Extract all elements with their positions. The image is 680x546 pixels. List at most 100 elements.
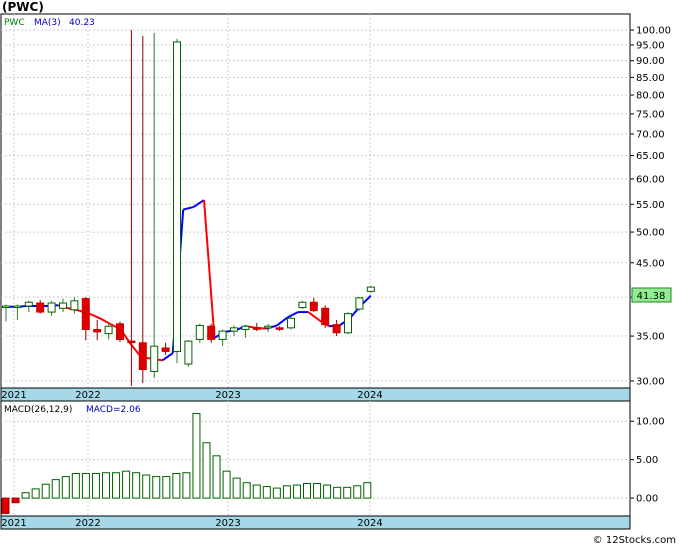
candle-body [13,305,22,309]
candle-body [275,327,284,330]
candle-body [241,325,250,330]
price-tick-label: 75.00 [636,109,665,120]
price-tick-label: 95.00 [636,40,665,51]
macd-panel [0,400,631,517]
macd-x-tick-label: 2023 [215,518,240,529]
macd-bar [152,476,161,499]
macd-tick-label: 5.00 [636,455,658,466]
macd-bar [363,482,372,499]
macd-bar [192,413,201,499]
macd-bar [343,486,352,499]
candle-body [70,300,79,311]
price-tick-label: 55.00 [636,200,665,211]
candle-body [127,340,136,344]
macd-tick-label: 0.00 [636,494,658,505]
macd-bar [11,497,20,504]
macd-bar [232,477,241,499]
candle-body [24,301,33,307]
candle-body [184,340,193,365]
candle-body [47,302,56,313]
candle-body [150,345,159,372]
candle-body [355,297,364,310]
macd-bar [71,472,80,499]
price-tick-label: 80.00 [636,91,665,102]
candle-body [218,330,227,340]
candle-body [252,327,261,330]
macd-bar [132,472,141,499]
candle-body [138,342,147,371]
legend-ma-value: 40.23 [69,18,95,28]
macd-bar [202,442,211,499]
macd-bar [353,485,362,499]
candle-body [104,325,113,335]
price-y-axis: 100.00 95.00 90.00 85.00 80.00 75.00 70.00 65.0… [630,26,671,388]
legend-symbol: PWC [4,18,25,28]
price-x-tick-label: 2021 [1,390,26,401]
candle-body [298,301,307,309]
macd-bar [122,470,131,499]
price-tick-label: 65.00 [636,151,665,162]
macd-bar [1,497,10,514]
candle-body [173,41,181,352]
price-x-tick-label: 2022 [75,390,100,401]
candle-body [309,301,318,312]
macd-bar [142,474,151,499]
price-x-tick-label: 2024 [357,390,382,401]
macd-bar [172,472,181,499]
macd-bar [91,472,100,499]
macd-bar [51,479,60,499]
price-tick-label: 60.00 [636,174,665,185]
macd-bar [292,484,301,499]
macd-x-tick-label: 2022 [75,518,100,529]
macd-bar [323,484,332,499]
candle-body [93,328,102,333]
candle-body [161,347,170,352]
macd-bar [102,472,110,499]
candle-body [264,325,273,329]
candle-body [332,324,341,334]
macd-tick-label: 10.00 [636,417,665,428]
macd-bar [222,470,231,499]
candle-body [344,313,352,334]
last-price-label: 41.38 [637,291,666,302]
candle-body [366,286,375,292]
macd-bar [303,482,311,499]
macd-bar [242,482,251,499]
candle-body [59,302,67,309]
price-tick-label: 90.00 [636,56,665,67]
macd-bar [252,484,261,499]
macd-x-tick-label: 2024 [357,518,382,529]
macd-bar [31,488,40,499]
macd-bar [61,476,70,499]
macd-bar [162,476,171,499]
macd-bar [262,486,271,499]
candle-body [287,317,295,329]
stock-chart-container: (PWC) 100.00 95.00 90.00 85.00 80.00 75.00 70.… [0,0,680,546]
macd-bar [112,472,121,499]
macd-bar [81,472,90,499]
legend-ma-label: MA(3) [34,18,61,28]
macd-bar [313,482,322,499]
price-x-tick-label: 2023 [215,390,240,401]
watermark: © 12Stocks.com [593,535,676,546]
macd-bar [333,486,342,499]
macd-bar [21,492,30,499]
price-tick-label: 30.00 [636,377,665,388]
candle-body [2,305,10,309]
price-tick-label: 85.00 [636,73,665,84]
macd-bar [282,485,291,499]
candle-body [116,323,124,340]
price-tick-label: 45.00 [636,258,665,269]
price-tick-label: 50.00 [636,228,665,239]
candle-body [36,302,45,313]
macd-value-label: MACD=2.06 [86,405,141,415]
macd-bar [41,483,50,499]
price-tick-label: 100.00 [636,26,671,37]
candle-body [230,327,238,332]
candle-body [207,325,216,340]
price-tick-label: 35.00 [636,332,665,343]
macd-bar [182,472,191,499]
price-tick-label: 70.00 [636,129,665,140]
macd-y-axis: 10.00 5.00 0.00 [630,417,665,505]
chart-svg: 100.00 95.00 90.00 85.00 80.00 75.00 70.00 65.0… [0,13,676,546]
